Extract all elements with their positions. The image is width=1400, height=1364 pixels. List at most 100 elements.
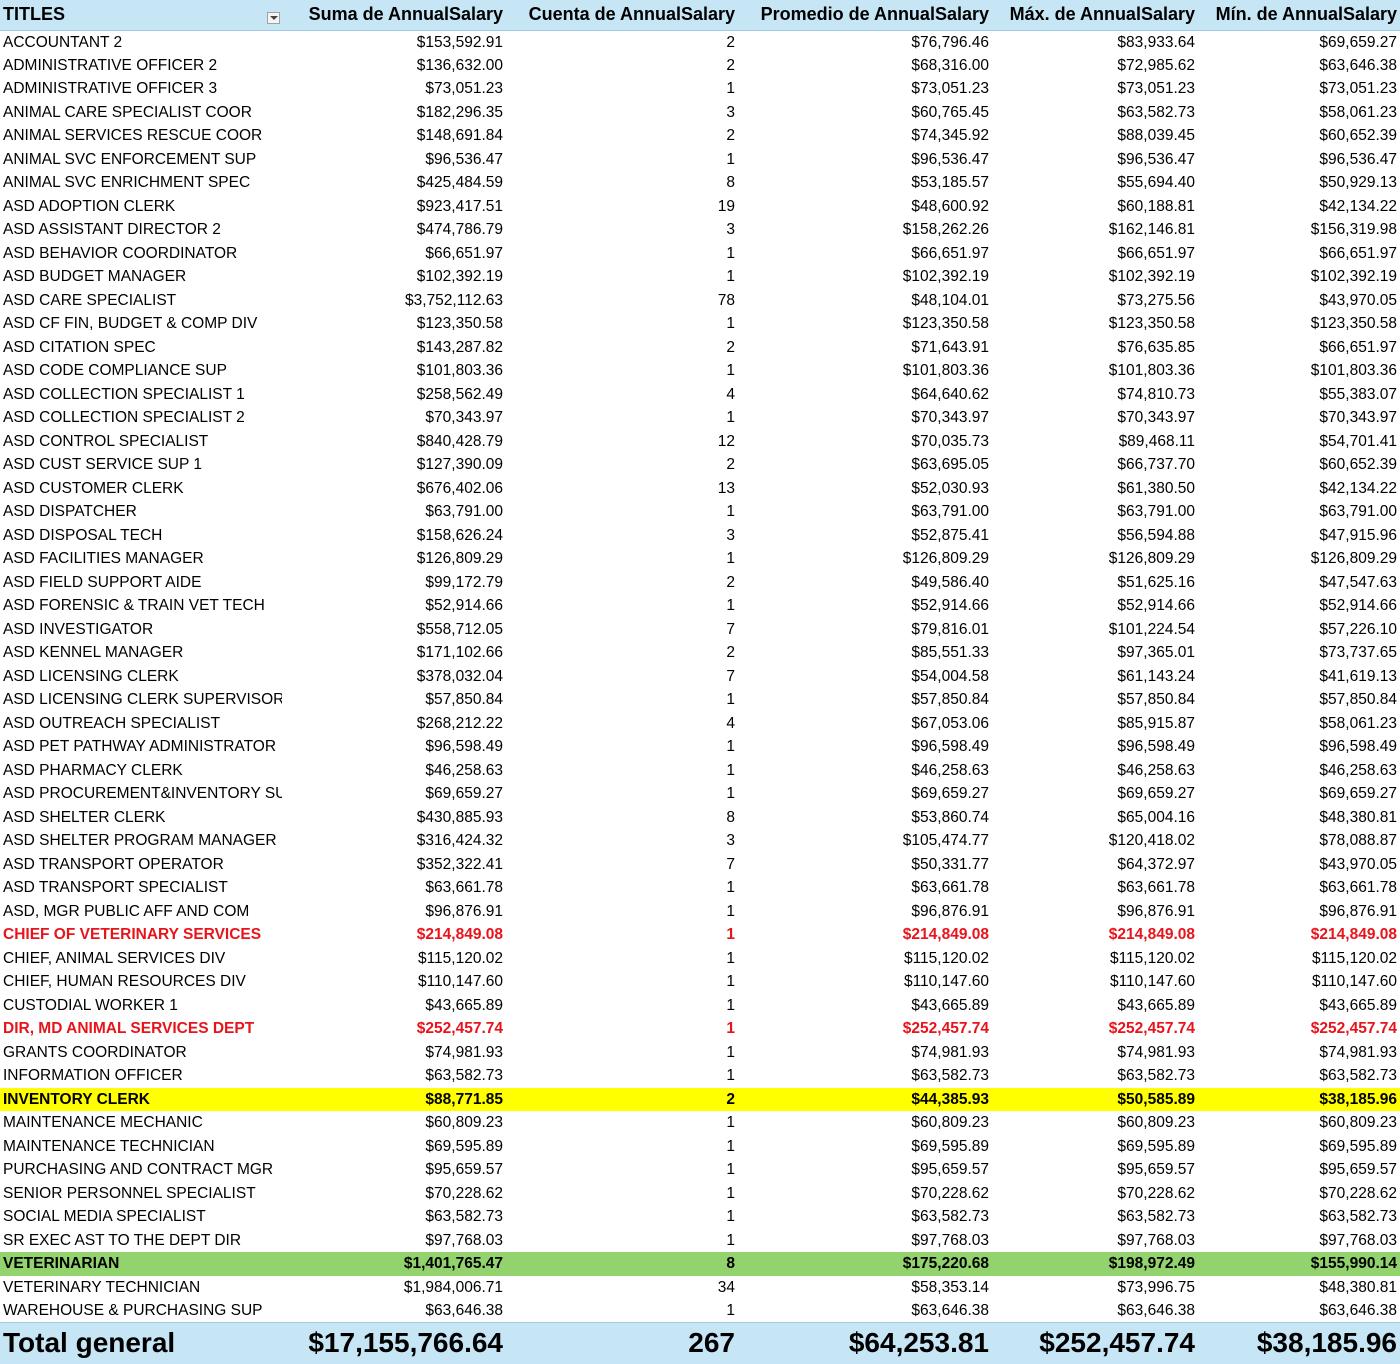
count-cell[interactable]: 1 — [506, 1111, 738, 1135]
title-cell[interactable]: ASD PHARMACY CLERK — [0, 759, 282, 783]
sum-cell[interactable]: $66,651.97 — [282, 242, 506, 266]
average-cell[interactable]: $52,875.41 — [738, 524, 992, 548]
min-cell[interactable]: $63,661.78 — [1198, 876, 1400, 900]
average-cell[interactable]: $96,536.47 — [738, 148, 992, 172]
title-cell[interactable]: INVENTORY CLERK — [0, 1087, 282, 1111]
count-cell[interactable]: 3 — [506, 829, 738, 853]
average-cell[interactable]: $97,768.03 — [738, 1229, 992, 1253]
title-cell[interactable]: VETERINARIAN — [0, 1252, 282, 1276]
count-cell[interactable]: 3 — [506, 218, 738, 242]
max-cell[interactable]: $61,143.24 — [992, 665, 1198, 689]
max-cell[interactable]: $120,418.02 — [992, 829, 1198, 853]
max-cell[interactable]: $66,737.70 — [992, 453, 1198, 477]
min-cell[interactable]: $63,646.38 — [1198, 54, 1400, 78]
count-cell[interactable]: 1 — [506, 1064, 738, 1088]
min-cell[interactable]: $63,582.73 — [1198, 1064, 1400, 1088]
count-cell[interactable]: 1 — [506, 759, 738, 783]
min-cell[interactable]: $70,228.62 — [1198, 1182, 1400, 1206]
min-cell[interactable]: $47,547.63 — [1198, 571, 1400, 595]
max-cell[interactable]: $76,635.85 — [992, 336, 1198, 360]
filter-dropdown-icon[interactable] — [267, 12, 280, 24]
max-cell[interactable]: $74,810.73 — [992, 383, 1198, 407]
count-cell[interactable]: 78 — [506, 289, 738, 313]
average-cell[interactable]: $123,350.58 — [738, 312, 992, 336]
average-cell[interactable]: $48,104.01 — [738, 289, 992, 313]
max-cell[interactable]: $61,380.50 — [992, 477, 1198, 501]
count-cell[interactable]: 1 — [506, 547, 738, 571]
title-cell[interactable]: ANIMAL SVC ENFORCEMENT SUP — [0, 148, 282, 172]
max-cell[interactable]: $88,039.45 — [992, 124, 1198, 148]
sum-cell[interactable]: $378,032.04 — [282, 665, 506, 689]
min-cell[interactable]: $69,595.89 — [1198, 1135, 1400, 1159]
sum-cell[interactable]: $1,984,006.71 — [282, 1276, 506, 1300]
average-cell[interactable]: $53,860.74 — [738, 806, 992, 830]
count-cell[interactable]: 1 — [506, 500, 738, 524]
count-cell[interactable]: 19 — [506, 195, 738, 219]
min-cell[interactable]: $63,582.73 — [1198, 1205, 1400, 1229]
sum-cell[interactable]: $127,390.09 — [282, 453, 506, 477]
max-cell[interactable]: $46,258.63 — [992, 759, 1198, 783]
title-cell[interactable]: ASD CONTROL SPECIALIST — [0, 430, 282, 454]
title-cell[interactable]: CHIEF OF VETERINARY SERVICES — [0, 923, 282, 947]
title-cell[interactable]: CHIEF, HUMAN RESOURCES DIV — [0, 970, 282, 994]
sum-cell[interactable]: $558,712.05 — [282, 618, 506, 642]
min-cell[interactable]: $42,134.22 — [1198, 195, 1400, 219]
count-cell[interactable]: 2 — [506, 54, 738, 78]
title-cell[interactable]: ASD COLLECTION SPECIALIST 2 — [0, 406, 282, 430]
average-cell[interactable]: $74,981.93 — [738, 1041, 992, 1065]
sum-cell[interactable]: $70,228.62 — [282, 1182, 506, 1206]
min-cell[interactable]: $110,147.60 — [1198, 970, 1400, 994]
total-sum[interactable]: $17,155,766.64 — [282, 1322, 506, 1364]
average-cell[interactable]: $63,791.00 — [738, 500, 992, 524]
max-cell[interactable]: $63,791.00 — [992, 500, 1198, 524]
average-cell[interactable]: $96,876.91 — [738, 900, 992, 924]
sum-cell[interactable]: $258,562.49 — [282, 383, 506, 407]
count-cell[interactable]: 1 — [506, 406, 738, 430]
title-cell[interactable]: ASD CUST SERVICE SUP 1 — [0, 453, 282, 477]
average-cell[interactable]: $60,809.23 — [738, 1111, 992, 1135]
title-cell[interactable]: ASD CARE SPECIALIST — [0, 289, 282, 313]
min-cell[interactable]: $48,380.81 — [1198, 806, 1400, 830]
title-cell[interactable]: SR EXEC AST TO THE DEPT DIR — [0, 1229, 282, 1253]
title-cell[interactable]: WAREHOUSE & PURCHASING SUP — [0, 1299, 282, 1323]
sum-cell[interactable]: $1,401,765.47 — [282, 1252, 506, 1276]
sum-cell[interactable]: $425,484.59 — [282, 171, 506, 195]
title-cell[interactable]: SENIOR PERSONNEL SPECIALIST — [0, 1182, 282, 1206]
title-cell[interactable]: ASD DISPATCHER — [0, 500, 282, 524]
header-count[interactable]: Cuenta de AnnualSalary — [506, 0, 738, 31]
average-cell[interactable]: $96,598.49 — [738, 735, 992, 759]
average-cell[interactable]: $70,035.73 — [738, 430, 992, 454]
title-cell[interactable]: ASD LICENSING CLERK — [0, 665, 282, 689]
sum-cell[interactable]: $840,428.79 — [282, 430, 506, 454]
sum-cell[interactable]: $143,287.82 — [282, 336, 506, 360]
max-cell[interactable]: $63,661.78 — [992, 876, 1198, 900]
min-cell[interactable]: $43,970.05 — [1198, 853, 1400, 877]
sum-cell[interactable]: $63,582.73 — [282, 1205, 506, 1229]
sum-cell[interactable]: $171,102.66 — [282, 641, 506, 665]
sum-cell[interactable]: $158,626.24 — [282, 524, 506, 548]
count-cell[interactable]: 1 — [506, 77, 738, 101]
sum-cell[interactable]: $182,296.35 — [282, 101, 506, 125]
average-cell[interactable]: $50,331.77 — [738, 853, 992, 877]
average-cell[interactable]: $79,816.01 — [738, 618, 992, 642]
average-cell[interactable]: $54,004.58 — [738, 665, 992, 689]
max-cell[interactable]: $83,933.64 — [992, 30, 1198, 54]
total-max[interactable]: $252,457.74 — [992, 1322, 1198, 1364]
header-average[interactable]: Promedio de AnnualSalary — [738, 0, 992, 31]
title-cell[interactable]: ASD INVESTIGATOR — [0, 618, 282, 642]
title-cell[interactable]: ASD LICENSING CLERK SUPERVISOR — [0, 688, 282, 712]
max-cell[interactable]: $252,457.74 — [992, 1017, 1198, 1041]
count-cell[interactable]: 7 — [506, 618, 738, 642]
sum-cell[interactable]: $57,850.84 — [282, 688, 506, 712]
sum-cell[interactable]: $923,417.51 — [282, 195, 506, 219]
min-cell[interactable]: $60,652.39 — [1198, 453, 1400, 477]
average-cell[interactable]: $60,765.45 — [738, 101, 992, 125]
min-cell[interactable]: $73,737.65 — [1198, 641, 1400, 665]
min-cell[interactable]: $63,646.38 — [1198, 1299, 1400, 1323]
min-cell[interactable]: $95,659.57 — [1198, 1158, 1400, 1182]
min-cell[interactable]: $66,651.97 — [1198, 336, 1400, 360]
title-cell[interactable]: ASD SHELTER PROGRAM MANAGER — [0, 829, 282, 853]
header-sum[interactable]: Suma de AnnualSalary — [282, 0, 506, 31]
average-cell[interactable]: $53,185.57 — [738, 171, 992, 195]
sum-cell[interactable]: $474,786.79 — [282, 218, 506, 242]
